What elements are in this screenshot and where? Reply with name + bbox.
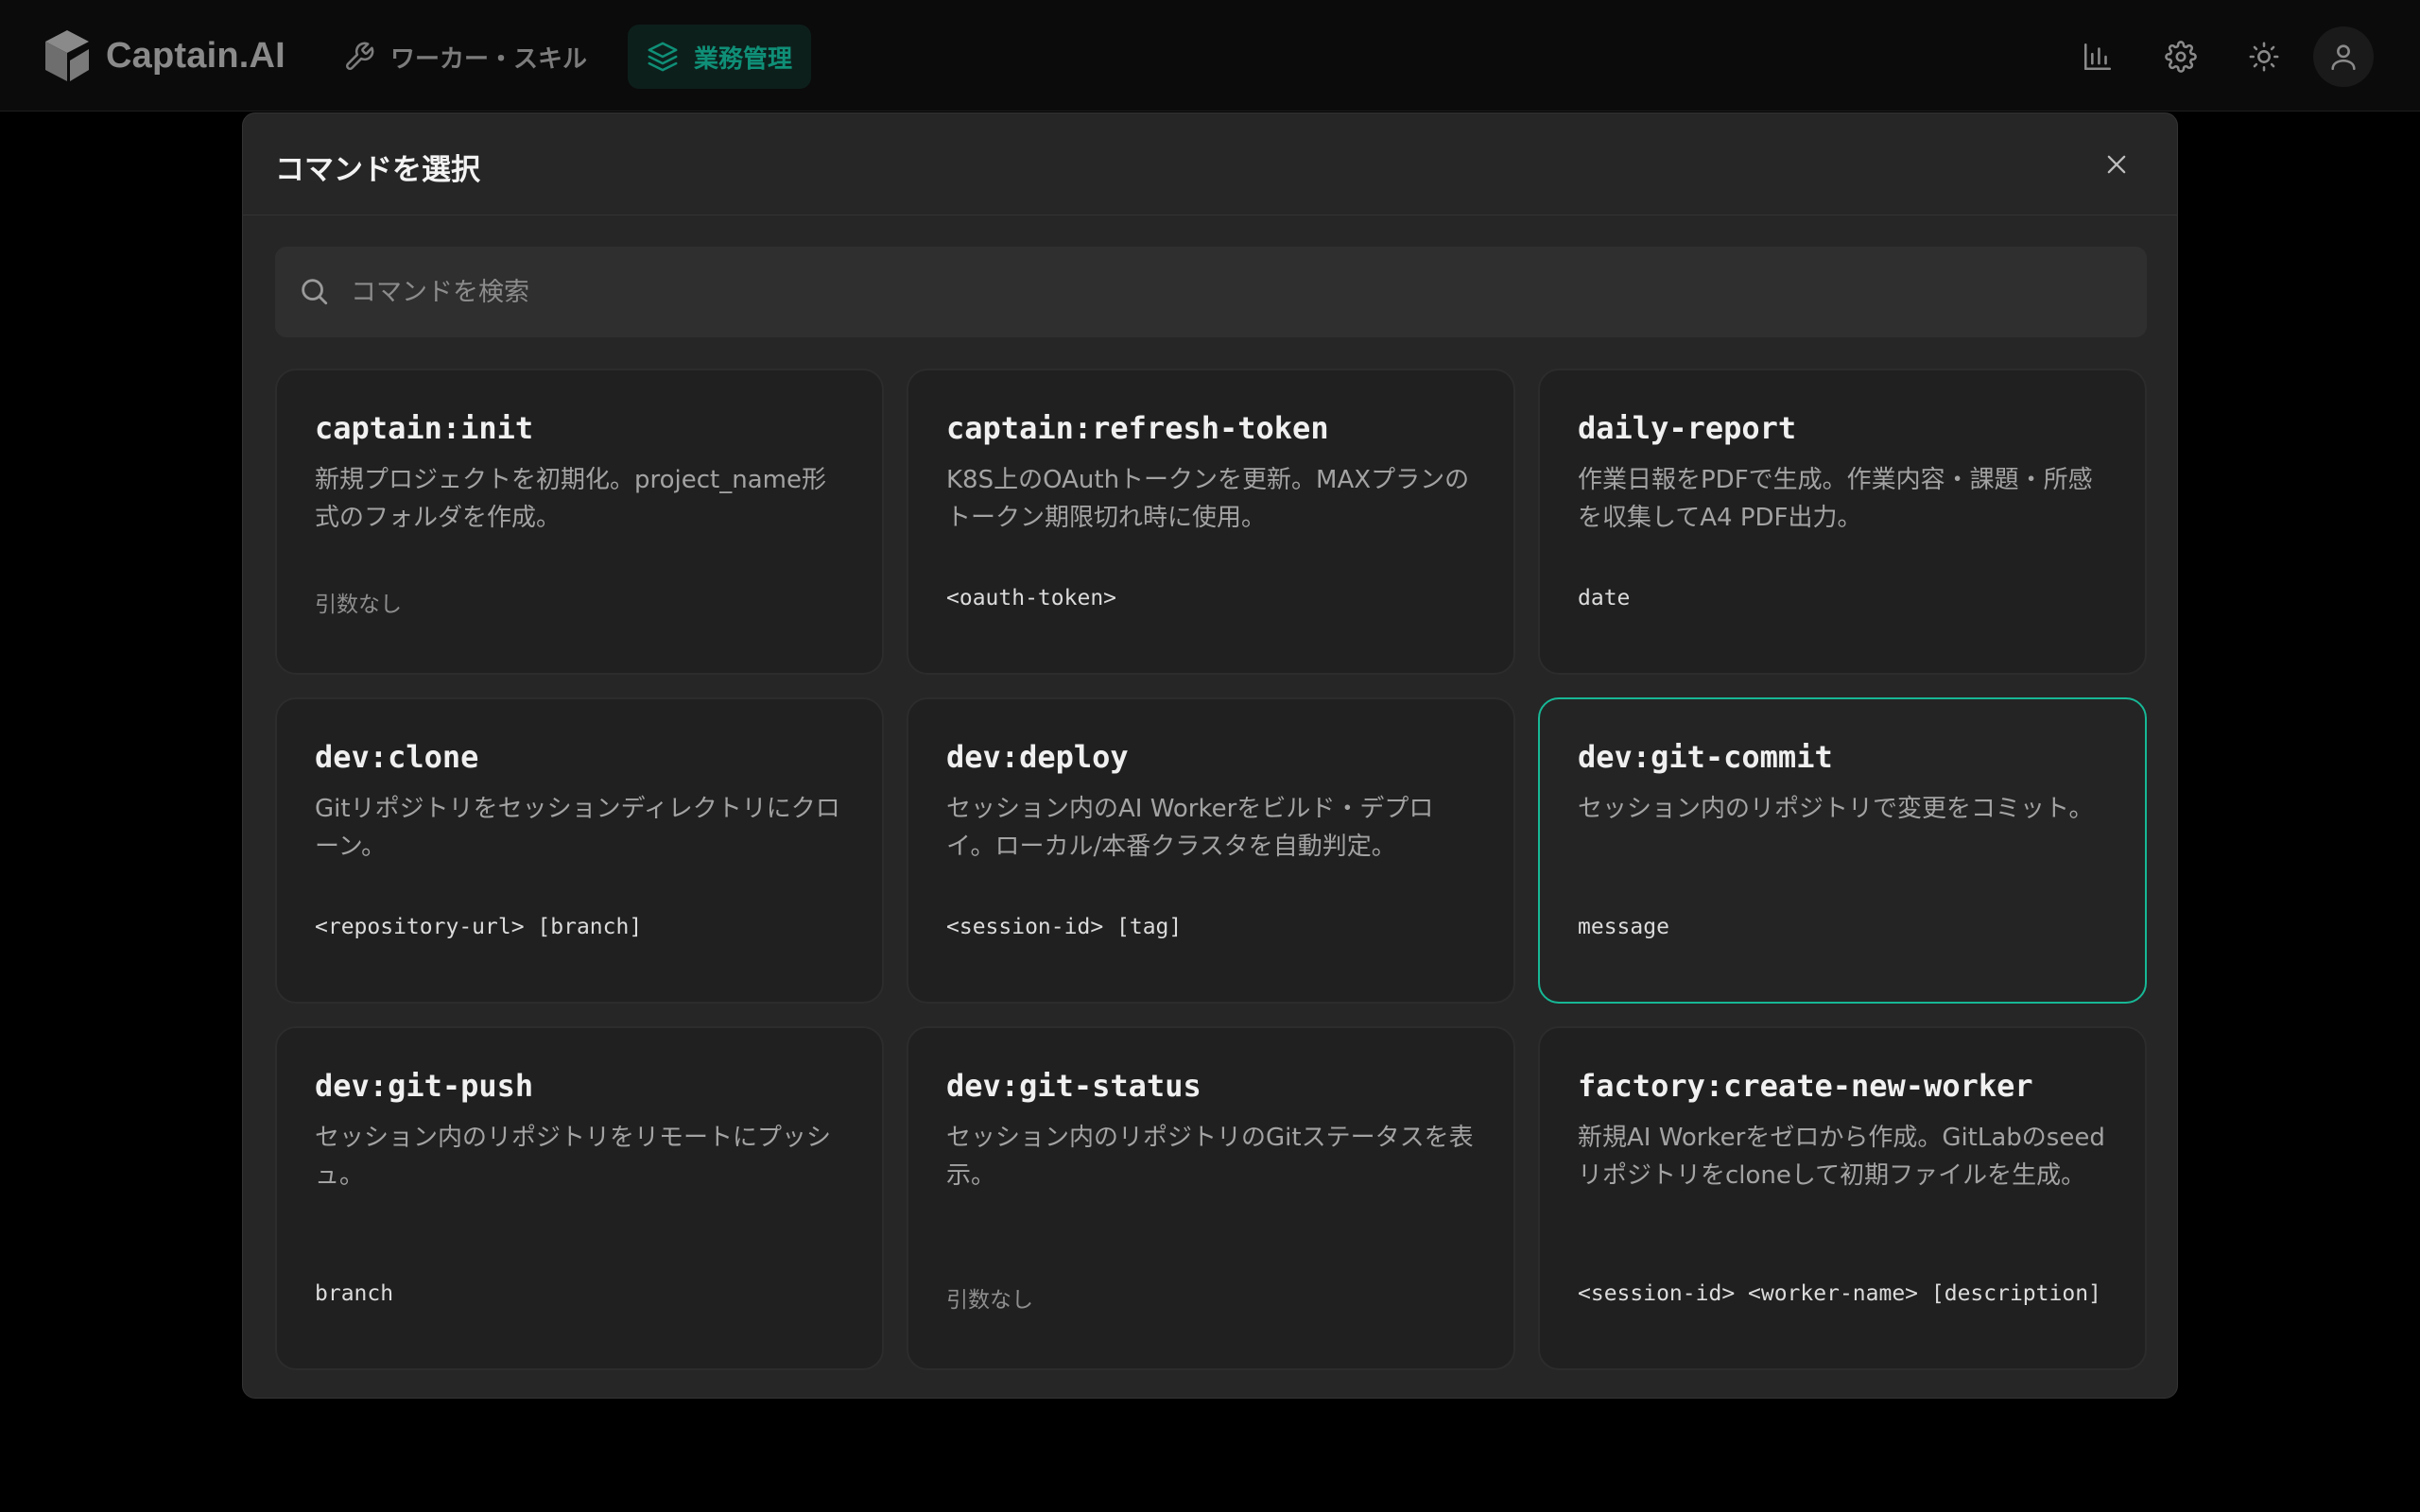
command-description: セッション内のリポジトリのGitステータスを表示。: [946, 1124, 1474, 1190]
command-card-dev-clone[interactable]: dev:clone Gitリポジトリをセッションディレクトリにクローン。 <re…: [275, 697, 884, 1004]
command-card-dev-deploy[interactable]: dev:deploy セッション内のAI Workerをビルド・デプロイ。ローカ…: [907, 697, 1515, 1004]
command-description: セッション内のリポジトリで変更をコミット。: [1578, 795, 2094, 823]
command-card-captain-init[interactable]: captain:init 新規プロジェクトを初期化。project_name形式…: [275, 369, 884, 675]
command-args: 引数なし: [946, 1288, 1033, 1313]
app-logo[interactable]: Captain.AI: [42, 28, 285, 83]
command-name: dev:git-commit: [1578, 739, 1833, 775]
command-name: dev:git-push: [315, 1068, 534, 1104]
command-card-dev-git-push[interactable]: dev:git-push セッション内のリポジトリをリモートにプッシュ。 bra…: [275, 1026, 884, 1370]
bar-chart-icon: [2083, 43, 2112, 71]
command-args: <session-id> <worker-name> [description]: [1578, 1281, 2101, 1306]
command-select-modal: コマンドを選択 captain:init 新規プロジェクトを初期化。projec…: [242, 112, 2178, 1399]
command-description: Gitリポジトリをセッションディレクトリにクローン。: [315, 795, 840, 861]
sun-icon: [2249, 42, 2279, 72]
command-description: セッション内のAI Workerをビルド・デプロイ。ローカル/本番クラスタを自動…: [946, 795, 1434, 861]
command-description: 新規プロジェクトを初期化。project_name形式のフォルダを作成。: [315, 466, 826, 532]
command-name: dev:git-status: [946, 1068, 1201, 1104]
app-name: Captain.AI: [106, 35, 285, 76]
search-icon: [302, 279, 328, 305]
captain-logo-icon: [45, 30, 89, 81]
nav-business-management[interactable]: 業務管理: [628, 25, 812, 89]
command-name: factory:create-new-worker: [1578, 1068, 2033, 1104]
command-args: <session-id> [tag]: [946, 915, 1183, 939]
close-icon: [2107, 155, 2126, 174]
settings-button[interactable]: [2152, 28, 2209, 85]
nav-business-label: 業務管理: [694, 44, 793, 74]
command-name: daily-report: [1578, 410, 1797, 446]
gear-icon: [2165, 41, 2197, 73]
theme-toggle-button[interactable]: [2236, 28, 2292, 85]
command-args: <oauth-token>: [946, 586, 1117, 610]
command-search-box: [275, 247, 2147, 337]
command-args: <repository-url> [branch]: [315, 915, 643, 939]
command-card-daily-report[interactable]: daily-report 作業日報をPDFで生成。作業内容・課題・所感を収集して…: [1538, 369, 2147, 675]
command-name: dev:clone: [315, 739, 479, 775]
command-description: 新規AI Workerをゼロから作成。GitLabのseedリポジトリをclon…: [1578, 1124, 2105, 1190]
command-card-dev-git-status[interactable]: dev:git-status セッション内のリポジトリのGitステータスを表示。…: [907, 1026, 1515, 1370]
user-icon: [2331, 44, 2356, 71]
close-button[interactable]: [2098, 146, 2135, 183]
command-args: 引数なし: [315, 593, 402, 617]
command-search-input[interactable]: [351, 247, 2128, 337]
command-args: message: [1578, 915, 1669, 939]
top-navigation-bar: Captain.AI ワーカー・スキル 業務管理: [0, 0, 2420, 112]
user-menu-button[interactable]: [2313, 26, 2374, 87]
command-description: 作業日報をPDFで生成。作業内容・課題・所感を収集してA4 PDF出力。: [1578, 466, 2093, 532]
nav-workers-label: ワーカー・スキル: [390, 44, 588, 74]
command-name: dev:deploy: [946, 739, 1129, 775]
command-description: セッション内のリポジトリをリモートにプッシュ。: [315, 1124, 832, 1190]
command-name: captain:refresh-token: [946, 410, 1329, 446]
command-args: date: [1578, 586, 1631, 610]
modal-title: コマンドを選択: [275, 153, 480, 187]
wrench-icon: [346, 42, 374, 70]
command-card-dev-git-commit[interactable]: dev:git-commit セッション内のリポジトリで変更をコミット。 mes…: [1538, 697, 2147, 1004]
layers-icon: [648, 42, 678, 72]
nav-workers-skills[interactable]: ワーカー・スキル: [324, 25, 606, 89]
command-args: branch: [315, 1281, 394, 1306]
modal-header: コマンドを選択: [243, 113, 2177, 215]
command-card-captain-refresh-token[interactable]: captain:refresh-token K8S上のOAuthトークンを更新。…: [907, 369, 1515, 675]
analytics-button[interactable]: [2069, 28, 2126, 85]
command-name: captain:init: [315, 410, 534, 446]
command-card-factory-create-new-worker[interactable]: factory:create-new-worker 新規AI Workerをゼロ…: [1538, 1026, 2147, 1370]
command-description: K8S上のOAuthトークンを更新。MAXプランのトークン期限切れ時に使用。: [946, 466, 1470, 532]
